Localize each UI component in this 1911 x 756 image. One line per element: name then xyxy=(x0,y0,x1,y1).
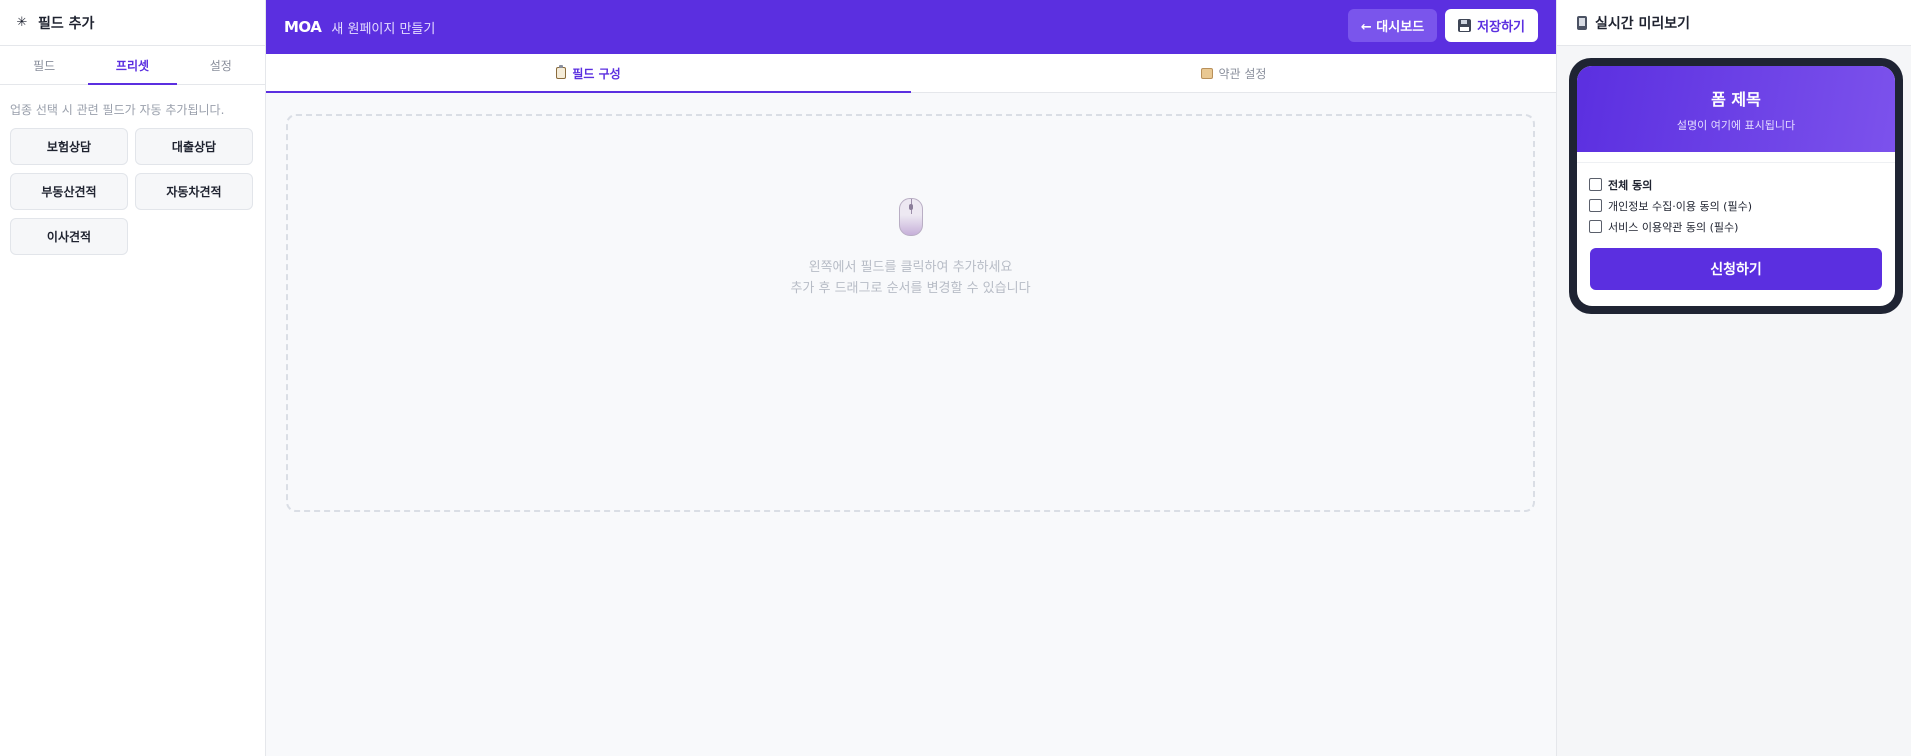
field-sidebar: ✳ 필드 추가 필드 프리셋 설정 업종 선택 시 관련 필드가 자동 추가됩니… xyxy=(0,0,266,756)
save-button[interactable]: 저장하기 xyxy=(1445,9,1538,42)
page-subtitle: 새 원페이지 만들기 xyxy=(331,21,436,37)
consent-all-label: 전체 동의 xyxy=(1608,178,1653,192)
checkbox[interactable] xyxy=(1589,178,1602,191)
builder-tabs: 필드 구성 약관 설정 xyxy=(266,54,1556,93)
preset-realestate-button[interactable]: 부동산견적 xyxy=(10,173,128,210)
tab-field-config[interactable]: 필드 구성 xyxy=(266,54,911,93)
empty-state-line1: 왼쪽에서 필드를 클릭하여 추가하세요 xyxy=(808,260,1013,275)
tab-terms-settings[interactable]: 약관 설정 xyxy=(911,54,1556,92)
dashboard-button[interactable]: ← 대시보드 xyxy=(1347,9,1438,42)
preset-grid: 보험상담 대출상담 부동산견적 자동차견적 이사견적 xyxy=(0,128,265,255)
submit-button[interactable]: 신청하기 xyxy=(1590,248,1882,290)
consent-list: 전체 동의 개인정보 수집·이용 동의 (필수) 서비스 이용약관 동의 (필수… xyxy=(1577,152,1895,237)
scroll-icon xyxy=(1200,67,1213,79)
top-actions: ← 대시보드 저장하기 xyxy=(1347,9,1538,42)
tab-settings[interactable]: 설정 xyxy=(177,46,265,84)
checkbox[interactable] xyxy=(1589,199,1602,212)
preset-moving-button[interactable]: 이사견적 xyxy=(10,218,128,255)
save-label: 저장하기 xyxy=(1477,20,1525,35)
form-description: 설명이 여기에 표시됩니다 xyxy=(1676,119,1796,132)
preset-insurance-button[interactable]: 보험상담 xyxy=(10,128,128,165)
phone-screen: 폼 제목 설명이 여기에 표시됩니다 전체 동의 개인정보 수집·이용 동의 (… xyxy=(1577,66,1895,306)
phone-frame: 폼 제목 설명이 여기에 표시됩니다 전체 동의 개인정보 수집·이용 동의 (… xyxy=(1569,58,1903,314)
mobile-phone-icon xyxy=(1577,15,1587,30)
tab-terms-settings-label: 약관 설정 xyxy=(1218,66,1267,81)
tab-fields[interactable]: 필드 xyxy=(0,46,88,84)
preset-loan-button[interactable]: 대출상담 xyxy=(135,128,253,165)
mouse-icon xyxy=(899,198,923,236)
preview-panel: 실시간 미리보기 폼 제목 설명이 여기에 표시됩니다 전체 동의 개인정보 수… xyxy=(1556,0,1911,756)
empty-state-line2: 추가 후 드래그로 순서를 변경할 수 있습니다 xyxy=(790,281,1031,296)
clipboard-icon xyxy=(556,65,567,79)
sidebar-header: ✳ 필드 추가 xyxy=(0,0,265,46)
form-title: 폼 제목 xyxy=(1711,90,1761,109)
puzzle-icon: ✳ xyxy=(16,15,28,30)
preview-header: 실시간 미리보기 xyxy=(1557,0,1911,46)
consent-terms-label: 서비스 이용약관 동의 (필수) xyxy=(1608,220,1739,234)
sidebar-tabs: 필드 프리셋 설정 xyxy=(0,46,265,85)
dashboard-label: ← 대시보드 xyxy=(1360,20,1425,35)
preview-title: 실시간 미리보기 xyxy=(1595,15,1691,32)
form-hero: 폼 제목 설명이 여기에 표시됩니다 xyxy=(1577,66,1895,152)
app-logo[interactable]: MOA xyxy=(284,18,322,36)
checkbox[interactable] xyxy=(1589,220,1602,233)
consent-privacy-label: 개인정보 수집·이용 동의 (필수) xyxy=(1608,199,1753,213)
field-drop-zone[interactable]: 왼쪽에서 필드를 클릭하여 추가하세요 추가 후 드래그로 순서를 변경할 수 … xyxy=(286,114,1535,512)
tab-field-config-label: 필드 구성 xyxy=(572,66,621,81)
consent-all[interactable]: 전체 동의 xyxy=(1589,174,1883,195)
tab-presets[interactable]: 프리셋 xyxy=(88,46,177,85)
floppy-disk-icon xyxy=(1458,19,1472,32)
top-bar: MOA 새 원페이지 만들기 ← 대시보드 저장하기 xyxy=(266,0,1556,54)
sidebar-title: 필드 추가 xyxy=(38,15,95,32)
consent-privacy[interactable]: 개인정보 수집·이용 동의 (필수) xyxy=(1589,195,1883,216)
consent-terms[interactable]: 서비스 이용약관 동의 (필수) xyxy=(1589,216,1883,237)
hero-divider xyxy=(1577,162,1895,163)
preset-hint: 업종 선택 시 관련 필드가 자동 추가됩니다. xyxy=(10,103,225,117)
preset-car-button[interactable]: 자동차견적 xyxy=(135,173,253,210)
